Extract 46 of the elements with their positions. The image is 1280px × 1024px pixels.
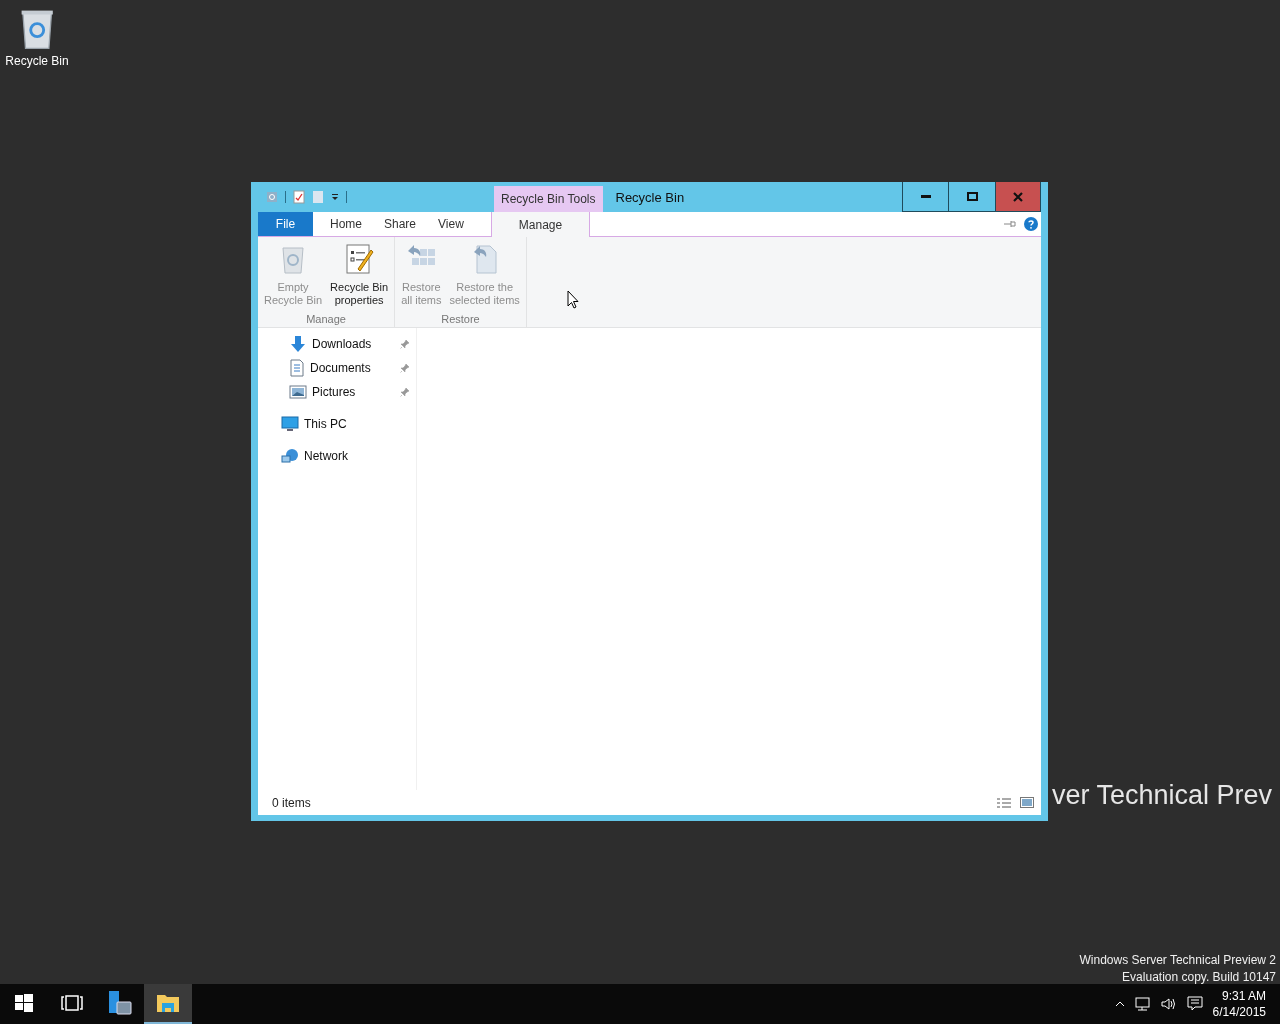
picture-icon [289, 384, 307, 400]
network-icon [281, 448, 299, 464]
dropdown-caret-icon[interactable] [331, 193, 339, 201]
properties-icon[interactable] [293, 190, 305, 204]
close-icon [1013, 191, 1023, 202]
ribbon-tab[interactable]: Manage [490, 212, 591, 237]
maximize-icon [966, 192, 978, 201]
desktop-icon-label[interactable]: Recycle Bin [5, 53, 69, 68]
build-info-text: Windows Server Technical Preview 2 [1079, 953, 1276, 967]
volume-icon[interactable] [1160, 997, 1177, 1011]
notification-icon[interactable] [1186, 996, 1203, 1012]
context-tab-group: Recycle Bin Tools [494, 186, 603, 212]
item-count: 0 items [272, 795, 312, 810]
chevron-up-icon[interactable] [1114, 1001, 1125, 1007]
pin-icon[interactable] [400, 387, 410, 397]
nav-item[interactable]: Network [304, 449, 416, 463]
nav-item[interactable]: Documents [310, 361, 395, 375]
pin-icon[interactable] [400, 339, 410, 349]
document-icon [289, 359, 305, 377]
large-icons-view-icon[interactable] [1020, 797, 1034, 808]
download-arrow-icon [289, 335, 307, 353]
wallpaper-text: ver Technical Prev [1052, 780, 1273, 811]
taskbar-button[interactable] [144, 984, 192, 1024]
build-info-text: Evaluation copy. Build 10147 [1122, 970, 1276, 984]
mouse-cursor-icon [567, 290, 579, 309]
nav-item[interactable]: Pictures [312, 385, 395, 399]
ribbon-group-label: Manage [306, 313, 346, 325]
task-view-icon [61, 995, 83, 1011]
ribbon-group-label: Restore [441, 313, 480, 325]
folder-icon [156, 992, 180, 1014]
ribbon-button[interactable]: Recycle Bin properties [329, 243, 390, 313]
properties-icon [344, 243, 375, 275]
pin-icon[interactable] [400, 363, 410, 373]
close-button[interactable] [996, 182, 1041, 212]
clock-date[interactable]: 6/14/2015 [1212, 1005, 1266, 1019]
help-icon[interactable] [1024, 217, 1038, 231]
nav-item[interactable]: Downloads [312, 337, 395, 351]
clock-time[interactable]: 9:31 AM [1221, 989, 1266, 1003]
ribbon-tab[interactable]: File [258, 212, 313, 236]
network-tray-icon[interactable] [1134, 997, 1151, 1011]
minimize-icon [920, 194, 931, 199]
computer-icon [281, 416, 299, 432]
nav-item[interactable]: This PC [304, 417, 416, 431]
windows-logo-icon [15, 994, 33, 1012]
window-title: Recycle Bin [615, 189, 686, 205]
server-manager-icon [107, 990, 133, 1016]
